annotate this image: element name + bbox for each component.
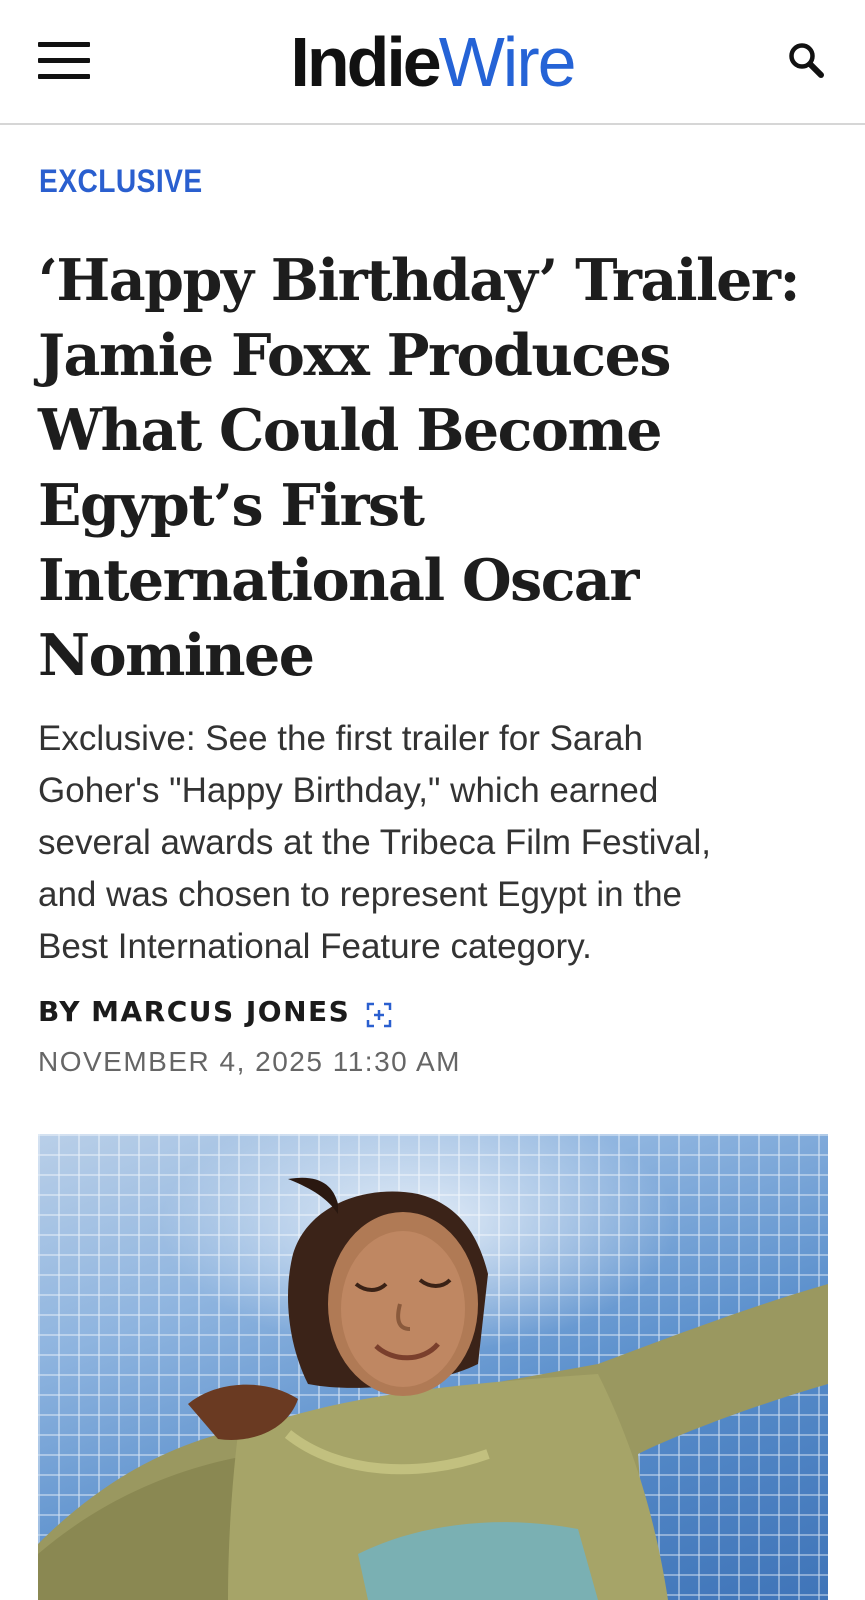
dek-line: Best International Feature category. <box>38 927 592 966</box>
headline-line: International Oscar <box>38 547 639 614</box>
headline-line: What Could Become <box>38 397 663 464</box>
logo-wire: Wire <box>438 23 577 101</box>
exclusive-kicker-link[interactable]: EXCLUSIVE <box>39 163 203 200</box>
publish-date: NOVEMBER 4, 2025 11:30 AM <box>38 1046 461 1077</box>
article-dek: Exclusive: See the first trailer for Sar… <box>38 713 828 973</box>
headline-line: Egypt’s First <box>38 472 425 539</box>
headline-line: Nominee <box>38 622 315 689</box>
author-link[interactable]: MARCUS JONES <box>91 992 350 1032</box>
logo-indie: Indie <box>290 23 441 101</box>
hero-image[interactable] <box>38 1134 828 1600</box>
byline-prefix: BY <box>38 995 82 1028</box>
dek-line: several awards at the Tribeca Film Festi… <box>38 823 712 862</box>
headline-line: ‘Happy Birthday’ Trailer: <box>38 247 801 314</box>
byline: BY MARCUS JONES <box>38 992 392 1032</box>
headline-line: Jamie Foxx Produces <box>38 322 671 389</box>
indiewire-logo[interactable]: IndieWire <box>0 22 865 102</box>
girl-illustration <box>38 1177 828 1600</box>
dek-line: Goher's "Happy Birthday," which earned <box>38 771 659 810</box>
dek-line: Exclusive: See the first trailer for Sar… <box>38 719 643 758</box>
search-icon[interactable] <box>786 40 828 82</box>
article-headline: ‘Happy Birthday’ Trailer: Jamie Foxx Pro… <box>38 243 838 693</box>
dek-line: and was chosen to represent Egypt in the <box>38 875 683 914</box>
follow-author-icon[interactable] <box>366 999 392 1028</box>
site-header: IndieWire <box>0 0 865 125</box>
